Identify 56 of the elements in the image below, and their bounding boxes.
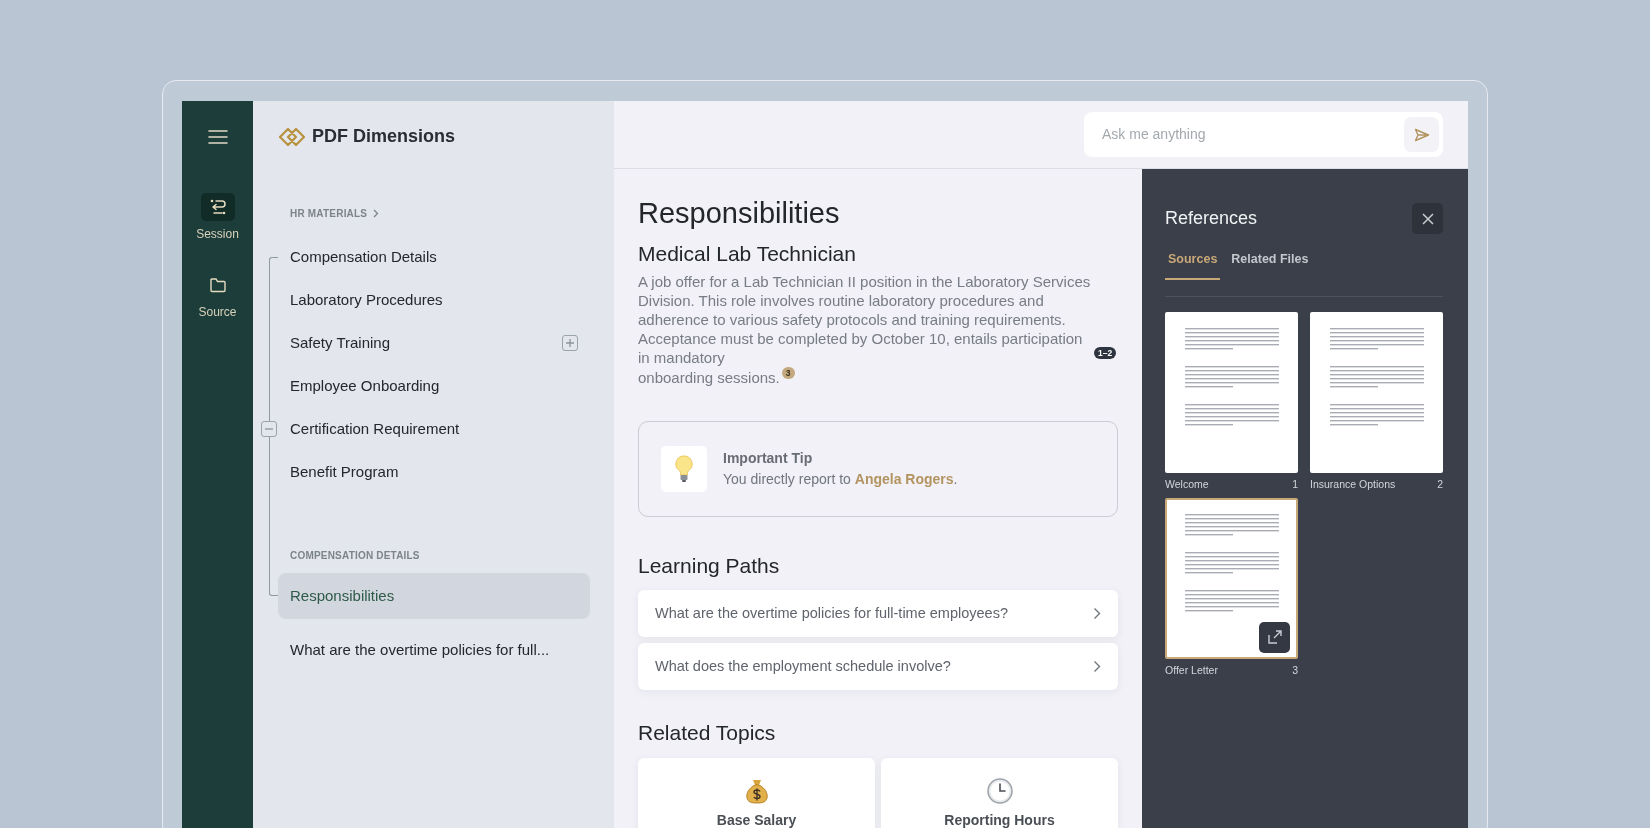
topic-card[interactable]: Reporting Hours xyxy=(881,757,1118,828)
logo-icon xyxy=(278,126,306,147)
section-title: Learning Paths xyxy=(638,553,781,579)
chevron-right-icon xyxy=(1093,607,1101,621)
clock-icon xyxy=(986,777,1013,804)
open-button[interactable] xyxy=(1259,621,1290,653)
learning-path-item[interactable]: What are the overtime policies for full-time employees? xyxy=(638,590,1118,638)
sidebar-item[interactable]: What are the overtime policies for full... xyxy=(278,629,590,672)
citation-badge[interactable]: 1–2 xyxy=(1094,347,1117,360)
page-number: 3 xyxy=(1292,662,1298,678)
sidebar-item[interactable]: Compensation Details xyxy=(278,236,590,279)
menu-icon[interactable] xyxy=(206,129,229,145)
close-button[interactable] xyxy=(1412,203,1443,234)
section-title: Related Topics xyxy=(638,720,777,746)
page-title: Responsibilities xyxy=(638,196,841,231)
collapse-button[interactable] xyxy=(261,421,277,437)
money-bag-icon xyxy=(744,777,769,804)
source-name: Welcome xyxy=(1165,476,1209,492)
document-thumbnail[interactable] xyxy=(1165,497,1298,659)
page-number: 1 xyxy=(1292,476,1298,492)
sidebar-item[interactable]: Laboratory Procedures xyxy=(278,279,590,322)
folder-icon xyxy=(208,277,227,293)
source-name: Offer Letter xyxy=(1165,662,1218,678)
plus-icon xyxy=(565,338,575,348)
rail-item[interactable]: Source xyxy=(182,271,253,321)
topic-card[interactable]: Base Salary xyxy=(638,757,875,828)
citation-badge[interactable]: 3 xyxy=(781,367,795,380)
external-link-icon xyxy=(1266,629,1283,645)
sidebar-item[interactable]: Certification Requirement xyxy=(278,408,590,451)
tab[interactable]: Related Files xyxy=(1228,250,1312,280)
sidebar-item[interactable]: Employee Onboarding xyxy=(278,365,590,408)
sidebar-item[interactable]: Safety Training xyxy=(278,322,590,365)
send-button[interactable] xyxy=(1404,117,1439,152)
section-heading: COMPENSATION DETAILS xyxy=(290,549,420,563)
tab[interactable]: Sources xyxy=(1165,250,1221,280)
tip-text: You directly report to Angela Rogers. xyxy=(723,470,958,490)
rail-item[interactable]: Session xyxy=(182,193,253,243)
learning-path-item[interactable]: What does the employment schedule involve? xyxy=(638,643,1118,691)
subtitle: Medical Lab Technician xyxy=(638,241,857,267)
search-field[interactable]: Ask me anything xyxy=(1100,123,1404,146)
app-name: PDF Dimensions xyxy=(312,125,456,148)
chevron-right-icon xyxy=(1093,660,1101,674)
search-box[interactable]: Ask me anything xyxy=(1084,112,1443,157)
tip-title: Important Tip xyxy=(723,449,814,469)
source-name: Insurance Options xyxy=(1310,476,1396,492)
lightbulb-icon xyxy=(674,455,694,484)
send-icon xyxy=(1413,127,1430,142)
sidebar-item[interactable]: Benefit Program xyxy=(278,451,590,494)
chevron-right-icon xyxy=(373,209,380,218)
expand-button[interactable] xyxy=(562,335,578,351)
section-heading: HR MATERIALS xyxy=(290,207,368,221)
page-number: 2 xyxy=(1437,476,1443,492)
sidebar-item[interactable]: Responsibilities xyxy=(278,573,590,619)
close-icon xyxy=(1421,212,1434,225)
description-text: onboarding sessions. xyxy=(638,368,780,388)
panel-title: References xyxy=(1165,207,1258,230)
